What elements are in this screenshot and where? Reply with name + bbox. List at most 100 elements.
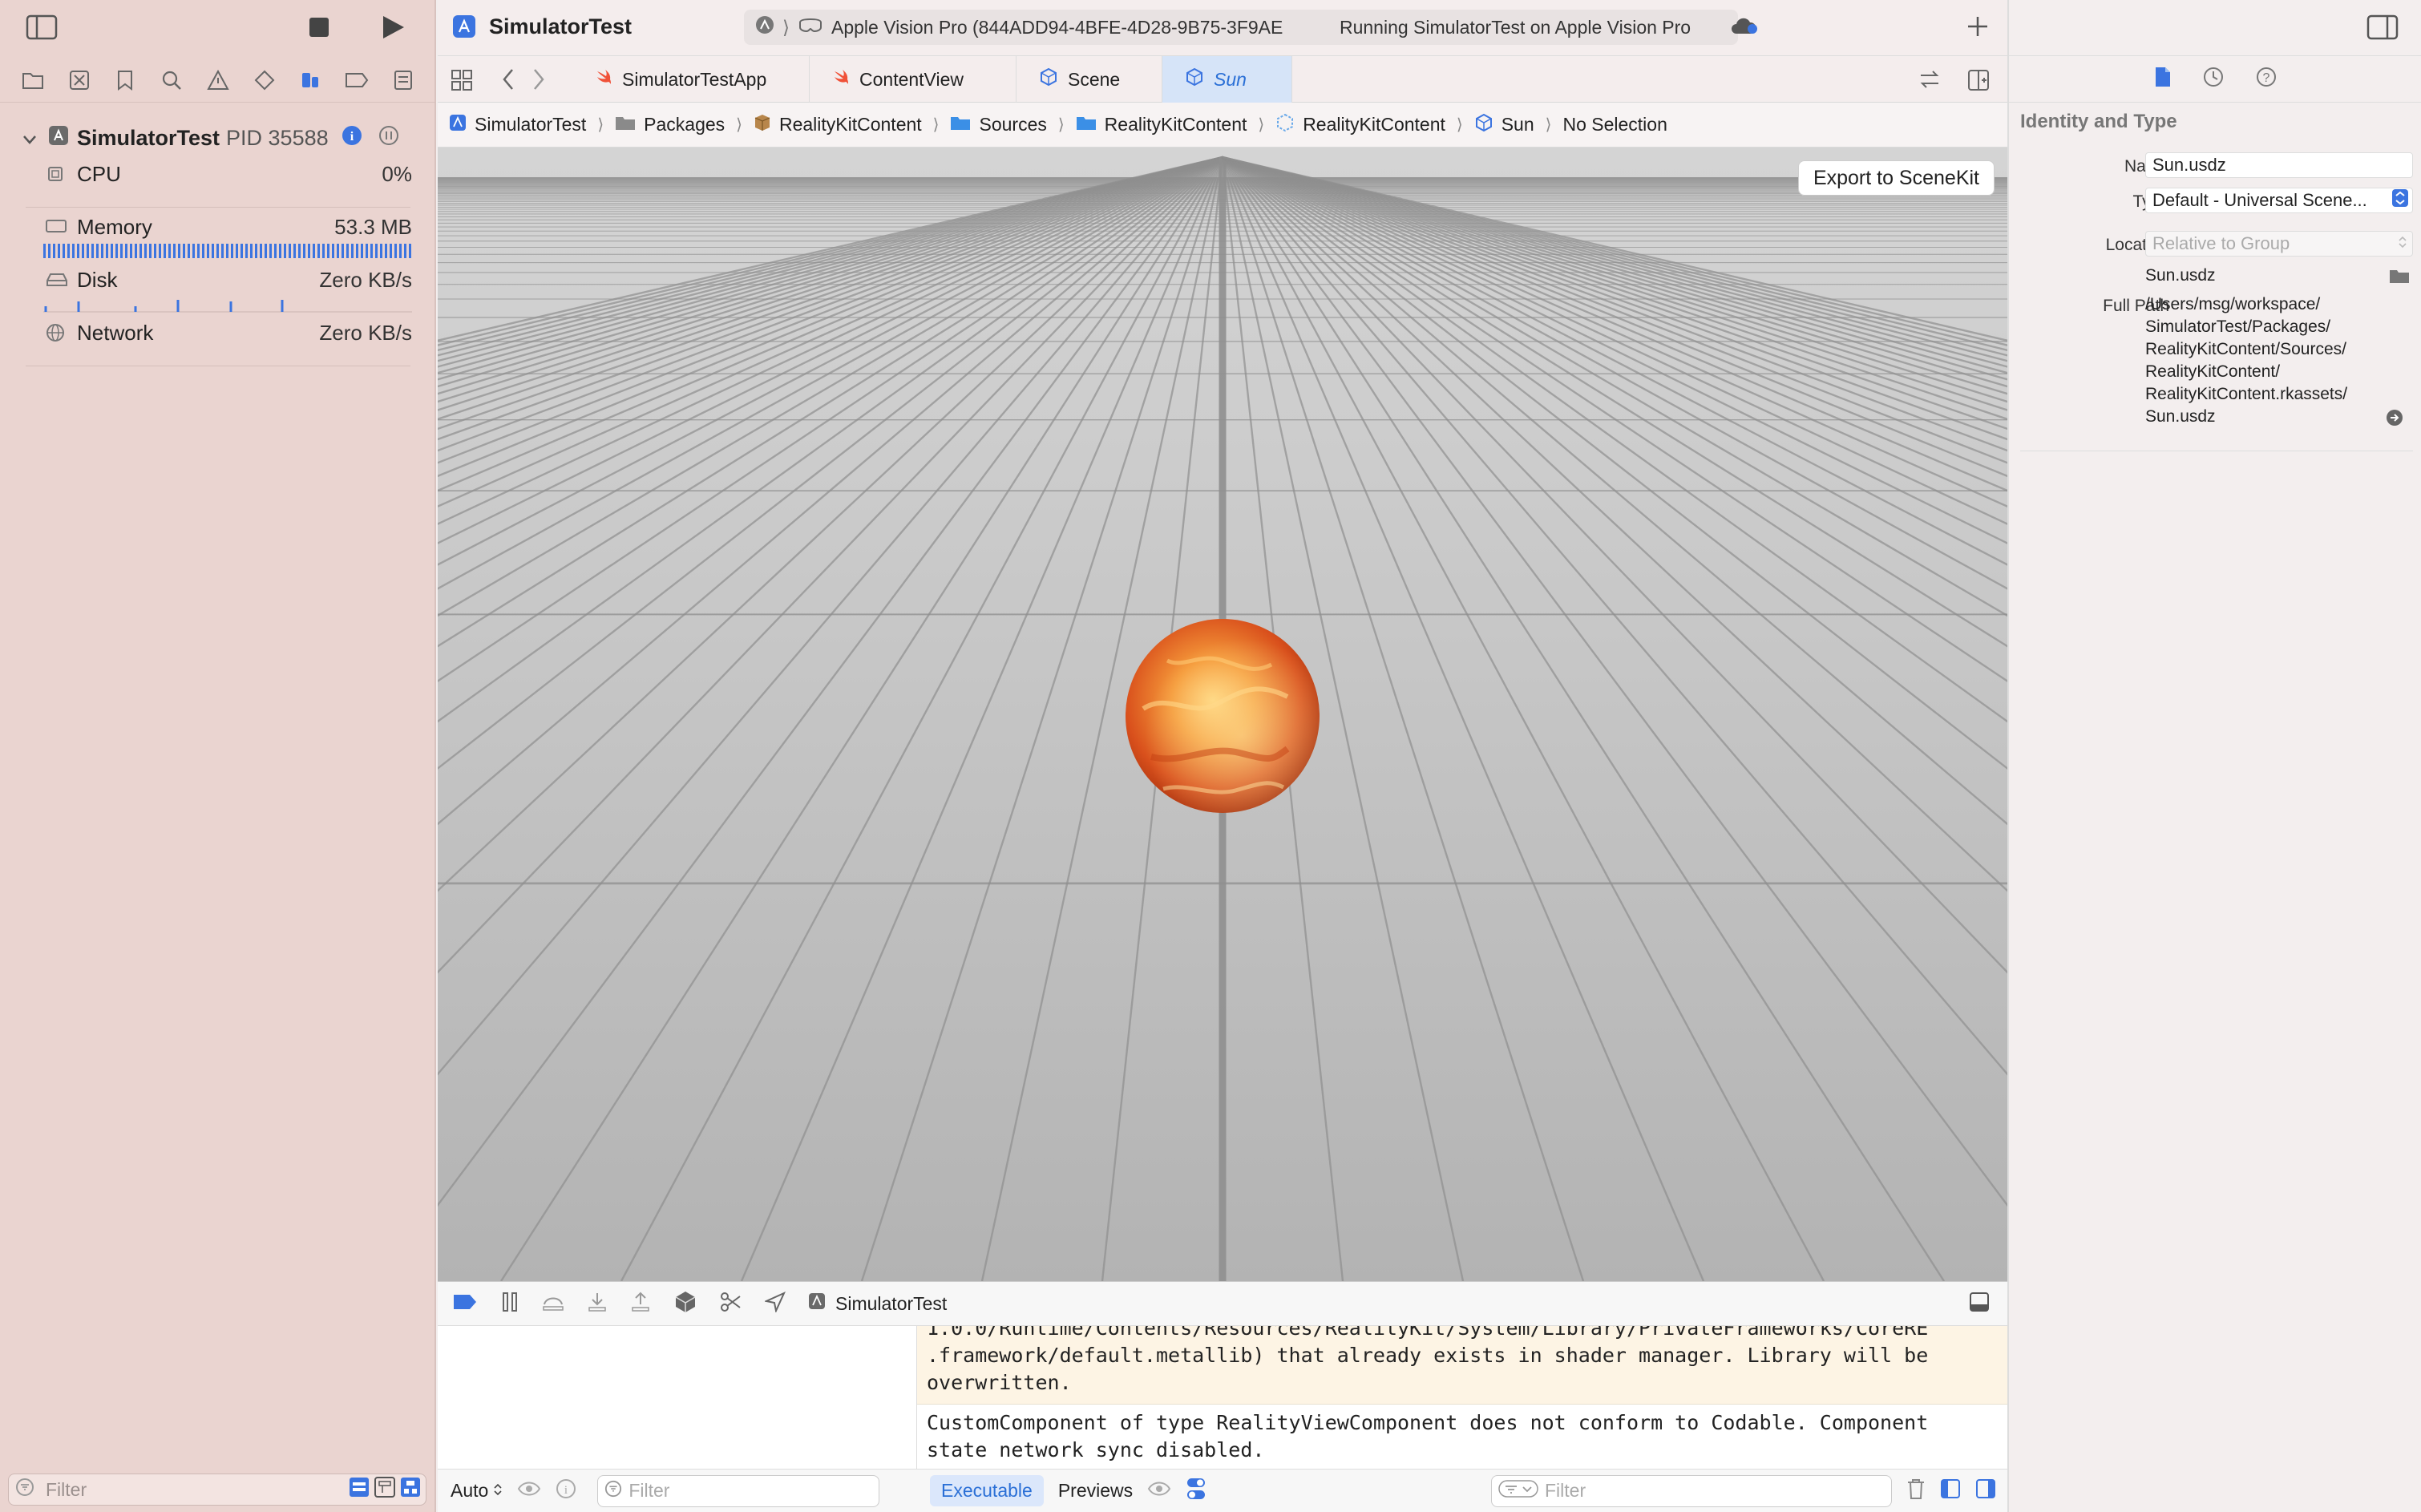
breadcrumb-item[interactable]: SimulatorTest	[449, 114, 586, 136]
breadcrumb-label: No Selection	[1562, 114, 1667, 135]
filter-menu-icon[interactable]	[1498, 1479, 1538, 1503]
help-inspector-icon[interactable]: ?	[2255, 66, 2278, 92]
show-console-icon[interactable]	[1975, 1478, 1996, 1504]
hide-debug-area-icon[interactable]	[1969, 1292, 1990, 1316]
cpu-icon	[45, 164, 66, 190]
search-icon[interactable]	[156, 64, 188, 96]
window-toolbar: SimulatorTest ⟩ Apple Vision Pro (844ADD…	[438, 0, 2007, 56]
run-button[interactable]	[380, 14, 406, 40]
tab-contentview[interactable]: ContentView	[810, 56, 1016, 103]
folder-icon[interactable]	[17, 64, 49, 96]
disk-label: Disk	[77, 268, 118, 292]
forward-icon[interactable]	[531, 67, 547, 95]
sidebar-toggle-icon[interactable]	[26, 14, 58, 40]
memory-graph-icon[interactable]	[720, 1292, 742, 1316]
memory-gauge[interactable]: Memory 53.3 MB	[35, 215, 412, 263]
tab-simulatortestapp[interactable]: SimulatorTestApp	[572, 56, 810, 103]
console-output[interactable]: 1.0.0/Runtime/Contents/Resources/Reality…	[917, 1326, 2007, 1469]
toggle-options-icon[interactable]	[1186, 1477, 1206, 1506]
test-icon[interactable]	[249, 64, 281, 96]
source-control-icon[interactable]	[63, 64, 95, 96]
tab-label: Scene	[1068, 68, 1121, 90]
info-icon[interactable]: i	[342, 125, 362, 152]
back-icon[interactable]	[500, 67, 516, 95]
folder-icon[interactable]	[2389, 268, 2410, 288]
navigator-filter-field[interactable]: Filter	[8, 1474, 426, 1506]
tab-sun[interactable]: Sun	[1162, 56, 1292, 103]
step-over-icon[interactable]	[542, 1292, 564, 1316]
step-into-icon[interactable]	[587, 1292, 608, 1316]
inspector-toggle-icon[interactable]	[2366, 14, 2399, 44]
reality-composer-viewport[interactable]: Export to SceneKit	[438, 148, 2007, 1281]
scheme-icon[interactable]	[755, 15, 774, 39]
info-circle-icon[interactable]: i	[556, 1478, 576, 1504]
add-icon[interactable]	[1966, 14, 1990, 42]
export-to-scenekit-button[interactable]: Export to SceneKit	[1797, 160, 1995, 196]
eye-icon[interactable]	[1147, 1480, 1171, 1502]
file-inspector-icon[interactable]	[2154, 66, 2172, 92]
disk-value: Zero KB/s	[319, 268, 412, 292]
executable-filter-button[interactable]: Executable	[930, 1475, 1044, 1506]
show-variables-icon[interactable]	[1940, 1478, 1961, 1504]
process-row[interactable]: SimulatorTest PID 35588 i	[22, 120, 423, 156]
debug-navigator-icon[interactable]	[294, 64, 326, 96]
breakpoint-icon[interactable]	[341, 64, 373, 96]
disclosure-chevron-icon[interactable]	[22, 126, 37, 151]
breadcrumb-item[interactable]: RealityKitContent	[1076, 114, 1247, 135]
eye-icon[interactable]	[517, 1480, 541, 1502]
variables-view[interactable]	[438, 1326, 917, 1469]
debug-view-hierarchy-icon[interactable]	[673, 1290, 697, 1318]
breadcrumb-item[interactable]: Sources	[950, 114, 1047, 135]
debug-process-selector[interactable]: SimulatorTest	[808, 1292, 947, 1315]
name-field[interactable]: Sun.usdz	[2145, 152, 2413, 178]
step-out-icon[interactable]	[630, 1292, 651, 1316]
filter-option-icon[interactable]	[400, 1477, 421, 1502]
breadcrumb-item[interactable]: RealityKitContent	[1275, 113, 1445, 137]
breadcrumb-label: RealityKitContent	[778, 114, 922, 135]
breadcrumb-item[interactable]: Sun	[1474, 113, 1534, 137]
auto-scope-selector[interactable]: Auto	[451, 1480, 503, 1502]
navigator-filter-placeholder: Filter	[46, 1478, 87, 1500]
run-destination[interactable]: Apple Vision Pro (844ADD94-4BFE-4D28-9B7…	[831, 17, 1304, 38]
pause-process-icon[interactable]	[378, 125, 399, 152]
stop-button[interactable]	[308, 16, 330, 38]
network-gauge[interactable]: Network Zero KB/s	[35, 321, 412, 353]
identity-type-heading: Identity and Type	[2020, 111, 2177, 132]
cpu-gauge[interactable]: CPU 0%	[35, 162, 412, 194]
divider	[26, 207, 410, 208]
activity-view[interactable]: ⟩ Apple Vision Pro (844ADD94-4BFE-4D28-9…	[744, 10, 1738, 45]
bookmark-icon[interactable]	[109, 64, 141, 96]
breadcrumb-label: RealityKitContent	[1104, 114, 1247, 135]
type-select[interactable]: Default - Universal Scene...	[2145, 188, 2413, 213]
breadcrumb-item[interactable]: Packages	[615, 114, 725, 135]
tab-label: ContentView	[859, 68, 964, 90]
sun-model[interactable]	[1126, 619, 1320, 813]
variables-filter-field[interactable]: Filter	[597, 1474, 880, 1507]
breadcrumb-item[interactable]: RealityKitContent	[754, 114, 922, 136]
breakpoints-toggle-icon[interactable]	[452, 1293, 478, 1315]
filter-option-icon[interactable]	[374, 1477, 395, 1502]
disk-gauge[interactable]: Disk Zero KB/s	[35, 268, 412, 313]
location-select[interactable]: Relative to Group	[2145, 231, 2413, 257]
reveal-in-finder-icon[interactable]	[2386, 409, 2403, 431]
network-label: Network	[77, 321, 154, 345]
filter-option-icon[interactable]	[349, 1477, 370, 1502]
tab-scene[interactable]: Scene	[1016, 56, 1162, 103]
warning-icon[interactable]	[202, 64, 234, 96]
report-icon[interactable]	[387, 64, 419, 96]
svg-text:?: ?	[2263, 71, 2270, 85]
grid-icon[interactable]	[451, 69, 473, 95]
split-editor-icon[interactable]	[1967, 69, 1990, 95]
auto-scope-label: Auto	[451, 1480, 489, 1501]
trash-icon[interactable]	[1906, 1478, 1926, 1505]
breadcrumb-item[interactable]: No Selection	[1562, 114, 1667, 135]
location-icon[interactable]	[763, 1291, 786, 1316]
console-filter-field[interactable]: Filter	[1491, 1474, 1892, 1507]
navigator-selector-bar	[0, 58, 436, 103]
cloud-icon[interactable]	[1730, 16, 1759, 41]
previews-filter-button[interactable]: Previews	[1058, 1480, 1133, 1502]
swap-icon[interactable]	[1918, 69, 1942, 94]
memory-label: Memory	[77, 215, 152, 239]
pause-icon[interactable]	[500, 1292, 519, 1316]
history-inspector-icon[interactable]	[2202, 66, 2225, 92]
